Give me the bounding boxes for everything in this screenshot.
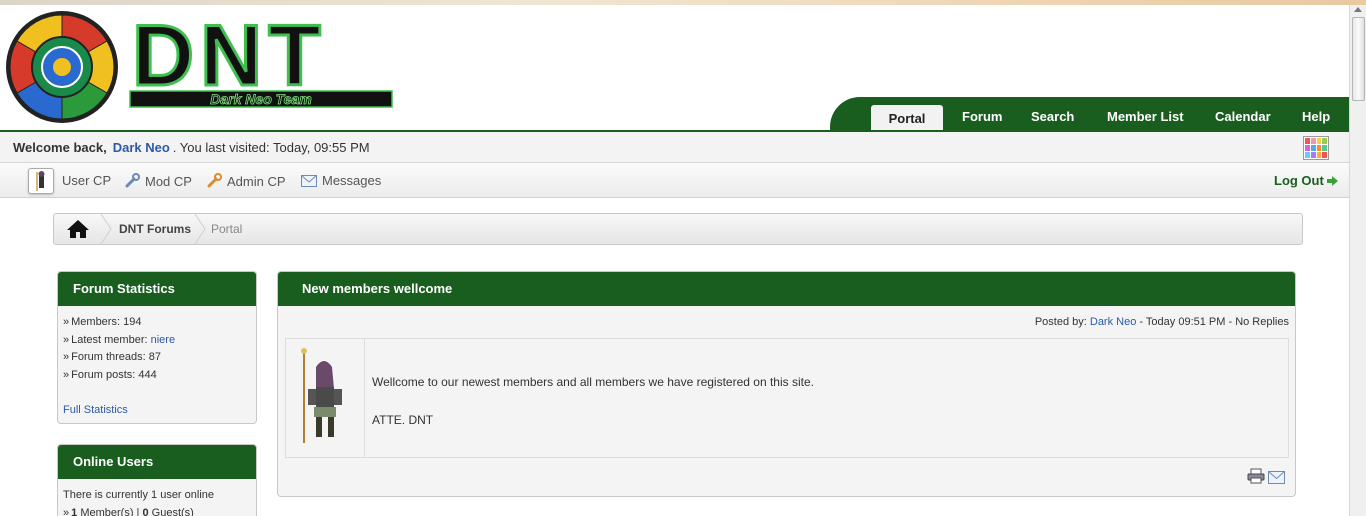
user-avatar[interactable] (28, 168, 54, 194)
welcome-username-link[interactable]: Dark Neo (113, 140, 170, 155)
nav-tab-portal[interactable]: Portal (871, 105, 943, 131)
breadcrumb-separator (100, 214, 112, 244)
send-email-icon[interactable] (1268, 471, 1285, 484)
avatar-character-image (301, 348, 342, 443)
post-content: Wellcome to our newest members and all m… (285, 338, 1289, 458)
stat-threads: » Forum threads: 87 (63, 351, 162, 363)
aztec-calendar-icon (6, 11, 118, 123)
scroll-up-arrow[interactable] (1354, 7, 1362, 12)
latest-member-link[interactable]: niere (151, 334, 175, 346)
forum-page: DNT Dark Neo Team Portal Forum Search Me… (0, 5, 1350, 516)
nav-tab-forum[interactable]: Forum (962, 109, 1002, 124)
breadcrumb-current: Portal (211, 222, 243, 236)
post-title[interactable]: New members wellcome (278, 272, 1295, 306)
announcement-post: New members wellcome Posted by: Dark Neo… (277, 271, 1296, 497)
author-avatar[interactable] (286, 339, 365, 457)
online-count-text: There is currently 1 user online (63, 489, 215, 501)
post-body: Wellcome to our newest members and all m… (372, 375, 814, 427)
user-cp-link[interactable]: User CP (62, 173, 111, 188)
arrow-right-icon (1327, 176, 1339, 186)
nav-tab-search[interactable]: Search (1031, 109, 1074, 124)
forum-statistics-panel: Forum Statistics » Members: 194 » Latest m… (57, 271, 257, 424)
mod-cp-link[interactable]: Mod CP (125, 173, 192, 189)
vertical-scrollbar[interactable] (1349, 5, 1366, 516)
logout-link[interactable]: Log Out (1274, 173, 1339, 188)
breadcrumb: DNT Forums Portal (53, 213, 1303, 245)
full-statistics-link[interactable]: Full Statistics (63, 404, 128, 416)
stat-posts: » Forum posts: 444 (63, 368, 157, 381)
breadcrumb-separator (194, 214, 206, 244)
svg-text:Dark Neo Team: Dark Neo Team (210, 91, 311, 107)
stat-latest-member: » Latest member: niere (63, 333, 176, 346)
scrollbar-thumb[interactable] (1352, 17, 1365, 101)
print-icon[interactable] (1247, 468, 1265, 484)
user-toolbar: User CP Mod CP Admin CP Messages Log Out (0, 163, 1350, 198)
svg-text:DNT: DNT (132, 9, 327, 104)
style-chooser-icon[interactable] (1303, 136, 1329, 160)
welcome-prefix: Welcome back, (13, 140, 107, 155)
panel-title: Forum Statistics (58, 272, 256, 306)
admin-cp-link[interactable]: Admin CP (207, 173, 286, 189)
stat-members: » Members: 194 (63, 316, 142, 328)
nav-tab-help[interactable]: Help (1302, 109, 1330, 124)
messages-link[interactable]: Messages (301, 173, 381, 188)
breadcrumb-forums-link[interactable]: DNT Forums (119, 222, 191, 236)
nav-tab-calendar[interactable]: Calendar (1215, 109, 1271, 124)
post-meta: Posted by: Dark Neo - Today 09:51 PM - N… (1034, 316, 1289, 328)
welcome-bar: Welcome back, Dark Neo. You last visited:… (0, 132, 1350, 163)
main-navigation: Portal Forum Search Member List Calendar… (830, 97, 1350, 131)
site-logo[interactable]: DNT Dark Neo Team (4, 9, 396, 127)
last-visit-text: . You last visited: Today, 09:55 PM (172, 140, 370, 155)
nav-tab-member-list[interactable]: Member List (1107, 109, 1184, 124)
online-breakdown: » 1 Member(s) | 0 Guest(s) (63, 506, 194, 516)
online-users-panel: Online Users There is currently 1 user o… (57, 444, 257, 516)
post-author-link[interactable]: Dark Neo (1090, 316, 1136, 328)
envelope-icon (301, 175, 317, 187)
panel-title: Online Users (58, 445, 256, 479)
home-icon[interactable] (66, 219, 90, 239)
wrench-icon (125, 173, 140, 188)
wrench-icon (207, 173, 222, 188)
dnt-wordmark: DNT Dark Neo Team (129, 9, 393, 108)
